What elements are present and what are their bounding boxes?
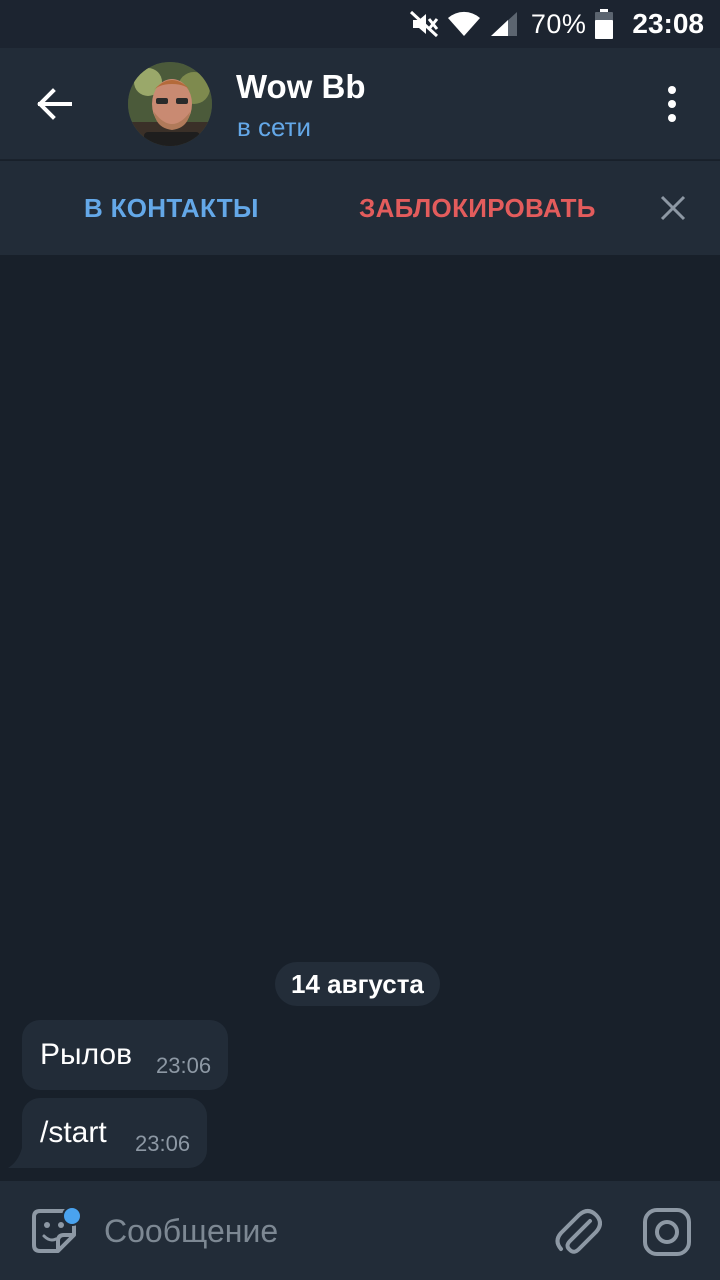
chat-area[interactable]: 14 августа Рылов 23:06 /start 23:06	[0, 255, 720, 1181]
battery-icon	[595, 9, 614, 39]
message-input-bar	[0, 1181, 720, 1280]
message-time: 23:06	[156, 1053, 212, 1078]
sticker-notification-dot	[62, 1206, 82, 1226]
arrow-left-icon	[37, 88, 72, 120]
message-bubble[interactable]: /start 23:06	[22, 1098, 207, 1168]
contact-name[interactable]: Wow Bb	[236, 68, 366, 106]
avatar[interactable]	[128, 62, 212, 146]
message-text: /start	[40, 1116, 107, 1149]
add-contact-button[interactable]: В КОНТАКТЫ	[84, 193, 259, 224]
message-bubble[interactable]: Рылов 23:06	[22, 1020, 228, 1090]
message-text: Рылов	[40, 1038, 133, 1071]
menu-dot	[668, 100, 676, 108]
attach-icon[interactable]	[552, 1205, 602, 1259]
action-bar: В КОНТАКТЫ ЗАБЛОКИРОВАТЬ	[0, 161, 720, 255]
camera-icon[interactable]	[642, 1207, 692, 1257]
chat-header: Wow Bb в сети	[0, 48, 720, 160]
contact-status: в сети	[237, 112, 312, 142]
battery-percent: 70%	[530, 8, 587, 39]
status-bar: 70% 23:08	[0, 0, 720, 48]
more-vertical-icon[interactable]	[648, 78, 696, 130]
back-button[interactable]	[22, 72, 86, 136]
avatar-photo	[128, 62, 212, 146]
block-user-button[interactable]: ЗАБЛОКИРОВАТЬ	[359, 193, 596, 224]
wifi-icon	[447, 11, 480, 37]
menu-dot	[668, 86, 676, 94]
status-clock: 23:08	[632, 8, 704, 39]
signal-icon	[490, 12, 517, 36]
menu-dot	[668, 114, 676, 122]
mute-icon	[409, 10, 438, 38]
message-input[interactable]	[104, 1207, 524, 1255]
close-icon[interactable]	[658, 193, 688, 223]
message-time: 23:06	[135, 1131, 191, 1156]
date-separator: 14 августа	[275, 962, 440, 1006]
